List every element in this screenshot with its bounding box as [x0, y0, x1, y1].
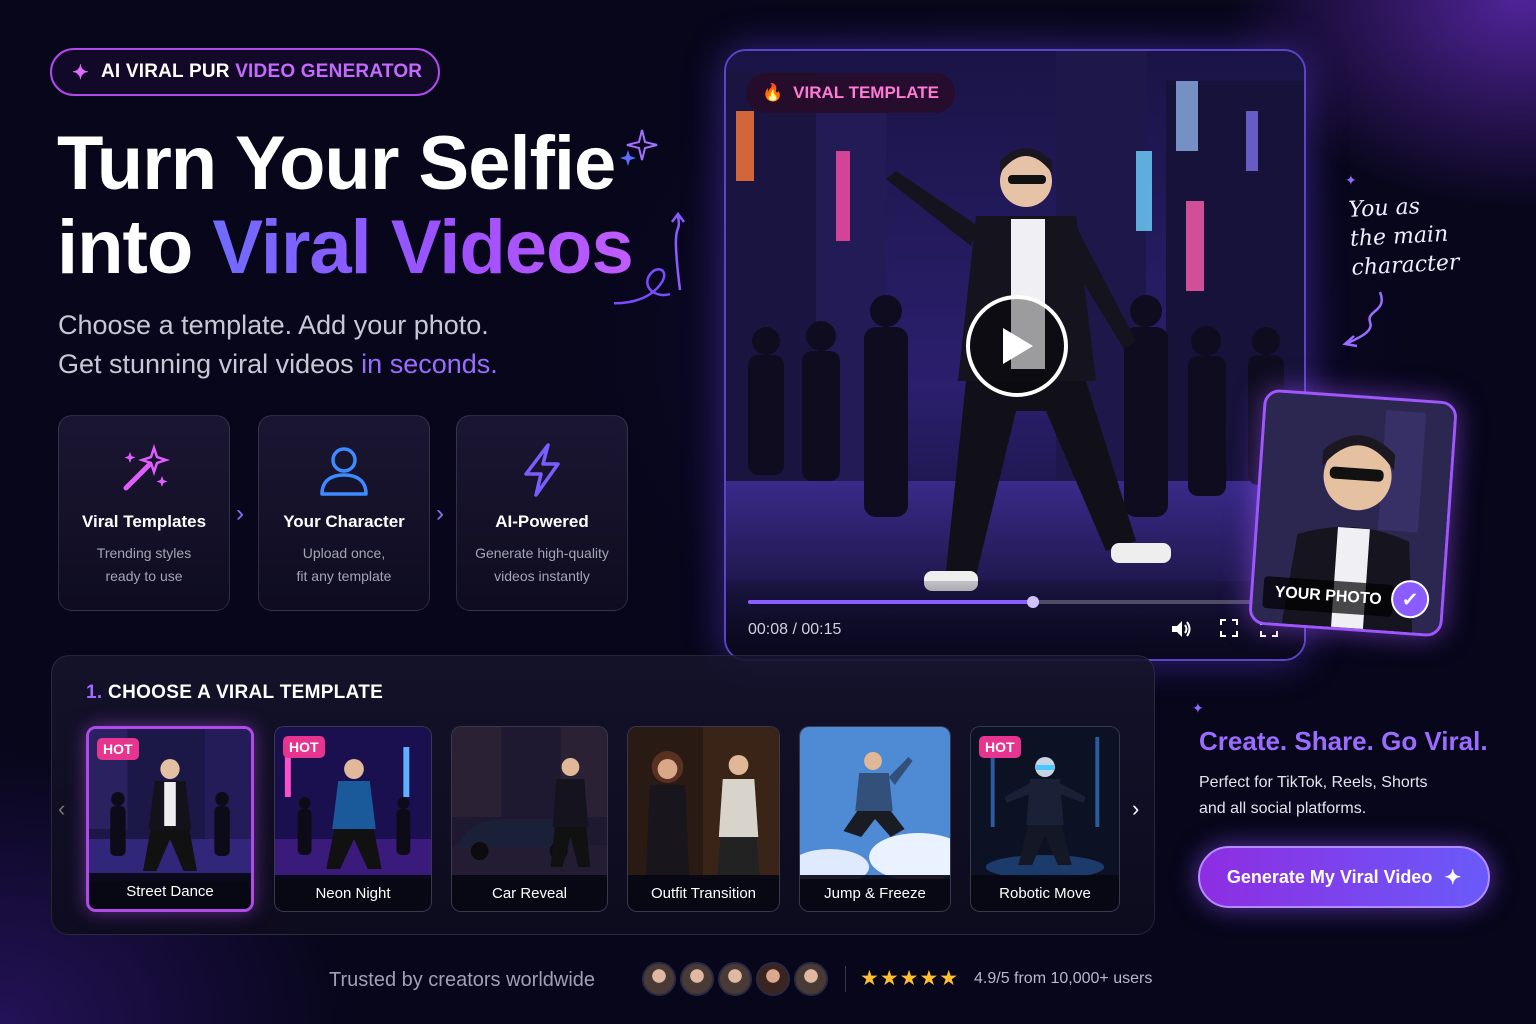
- viral-template-badge: 🔥 VIRAL TEMPLATE: [746, 73, 955, 113]
- template-label: Car Reveal: [452, 875, 607, 911]
- hero-title-highlight: Viral Videos: [212, 205, 633, 290]
- template-label: Street Dance: [89, 873, 251, 909]
- feature-desc: Trending styles ready to use: [96, 545, 192, 584]
- template-card-outfit-transition[interactable]: Outfit Transition: [627, 726, 780, 912]
- sparkle-icon: ✦: [1345, 172, 1357, 188]
- rating-text: 4.9/5 from 10,000+ users: [974, 970, 1153, 987]
- user-icon: [259, 442, 429, 498]
- play-button[interactable]: [966, 295, 1068, 397]
- feature-card-viral-templates: Viral Templates Trending styles ready to …: [58, 415, 230, 611]
- time-display: 00:08 / 00:15: [748, 621, 842, 638]
- hero-subtitle-line2: Get stunning viral videos: [58, 349, 362, 379]
- hero-title-line1: Turn Your Selfie: [57, 121, 616, 206]
- chevron-right-icon: ›: [436, 500, 444, 527]
- curved-arrow-icon: [1342, 291, 1383, 348]
- template-card-neon-night[interactable]: HOT Neon Night: [274, 726, 432, 912]
- main-character-note: You as the main character: [1347, 194, 1461, 281]
- template-card-jump-freeze[interactable]: Jump & Freeze: [799, 726, 951, 912]
- generate-video-label: Generate My Viral Video: [1226, 866, 1433, 887]
- fullscreen-icon[interactable]: [1220, 619, 1238, 642]
- template-thumbnail: [628, 727, 779, 879]
- template-card-robotic-move[interactable]: HOT Robotic Move: [970, 726, 1120, 912]
- progress-fill: [748, 600, 1034, 604]
- avatar: [756, 962, 790, 996]
- feature-desc: Upload once, fit any template: [296, 545, 392, 584]
- fire-icon: 🔥: [762, 83, 784, 102]
- template-section-title: 1. CHOOSE A VIRAL TEMPLATE: [86, 682, 384, 703]
- template-section: 1. CHOOSE A VIRAL TEMPLATE ‹ HOT Street …: [51, 655, 1155, 935]
- sparkle-icon: ✦: [1444, 866, 1462, 889]
- template-label: Neon Night: [275, 875, 431, 911]
- your-photo-card[interactable]: YOUR PHOTO ✓: [1248, 388, 1458, 638]
- cta-title: Create. Share. Go Viral.: [1199, 726, 1488, 756]
- template-card-street-dance[interactable]: HOT Street Dance: [86, 726, 254, 912]
- template-thumbnail: [452, 727, 607, 879]
- badge-text: AI VIRAL PUR: [100, 61, 236, 82]
- avatar: [642, 962, 676, 996]
- decorative-sparkle-arrow-icon: [614, 129, 685, 305]
- magic-wand-icon: [59, 442, 229, 498]
- hero-title: Turn Your Selfie into Viral Videos: [57, 121, 634, 290]
- hero-title-line2: into: [57, 205, 213, 290]
- hero-subtitle-highlight: in seconds.: [361, 349, 498, 379]
- viral-template-label: VIRAL TEMPLATE: [793, 83, 939, 102]
- star-rating-icon: ★★★★★: [860, 967, 960, 990]
- feature-card-ai-powered: AI-Powered Generate high-quality videos i…: [456, 415, 628, 611]
- template-label: Outfit Transition: [628, 875, 779, 911]
- badge-highlight: VIDEO GENERATOR: [235, 61, 423, 82]
- hot-badge: HOT: [97, 738, 139, 760]
- feature-card-your-character: Your Character Upload once, fit any templ…: [258, 415, 430, 611]
- lightning-icon: [457, 442, 627, 498]
- template-label: Robotic Move: [971, 875, 1119, 911]
- generate-video-button[interactable]: Generate My Viral Video ✦: [1198, 846, 1490, 908]
- hot-badge: HOT: [283, 736, 325, 758]
- sparkle-icon: ✦: [72, 61, 89, 84]
- avatar: [718, 962, 752, 996]
- feature-title: Your Character: [283, 512, 405, 531]
- feature-title: Viral Templates: [81, 512, 207, 531]
- chevron-right-icon: ›: [236, 500, 244, 527]
- chevron-right-icon[interactable]: ›: [1132, 796, 1139, 822]
- chevron-left-icon[interactable]: ‹: [58, 796, 65, 822]
- sparkle-icon: ✦: [1192, 700, 1204, 716]
- play-icon: [1003, 328, 1033, 364]
- template-thumbnail: [800, 727, 950, 879]
- volume-icon[interactable]: [1170, 619, 1192, 644]
- hero-subtitle: Choose a template. Add your photo. Get s…: [58, 306, 498, 384]
- video-player[interactable]: 🔥 VIRAL TEMPLATE 00:08 / 00:15: [724, 49, 1306, 661]
- template-label: Jump & Freeze: [800, 875, 950, 911]
- template-card-car-reveal[interactable]: Car Reveal: [451, 726, 608, 912]
- divider: [845, 966, 846, 992]
- feature-desc: Generate high-quality videos instantly: [475, 545, 609, 584]
- hero-subtitle-line1: Choose a template. Add your photo.: [58, 310, 489, 340]
- cta-subtitle: Perfect for TikTok, Reels, Shorts and al…: [1199, 774, 1428, 817]
- hot-badge: HOT: [979, 736, 1021, 758]
- trusted-text: Trusted by creators worldwide: [329, 969, 596, 991]
- avatar: [794, 962, 828, 996]
- avatar: [680, 962, 714, 996]
- product-badge: ✦ AI VIRAL PUR VIDEO GENERATOR: [50, 48, 440, 96]
- progress-bar[interactable]: [748, 596, 1286, 608]
- feature-title: AI-Powered: [495, 512, 589, 531]
